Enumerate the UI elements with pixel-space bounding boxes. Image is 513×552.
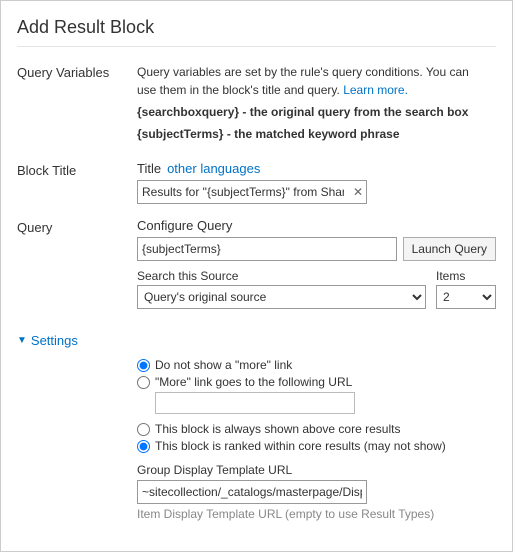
- settings-header[interactable]: ▼ Settings: [17, 333, 496, 348]
- item-display-label: Item Display Template URL (empty to use …: [137, 507, 496, 521]
- query-content: Configure Query Launch Query Search this…: [137, 218, 496, 319]
- settings-label: Settings: [31, 333, 78, 348]
- query-variables-info1: Query variables are set by the rule's qu…: [137, 63, 496, 99]
- radio-ranked-row: This block is ranked within core results…: [137, 439, 496, 453]
- title-clear-button[interactable]: ✕: [353, 186, 363, 198]
- radio-above-core-row: This block is always shown above core re…: [137, 422, 496, 436]
- query-variables-info3: {searchboxquery} - the original query fr…: [137, 103, 496, 121]
- source-items-row: Search this Source Query's original sour…: [137, 269, 496, 309]
- query-input-row: Launch Query: [137, 237, 496, 261]
- block-title-content: Title other languages ✕: [137, 161, 496, 204]
- radio-above-core[interactable]: [137, 423, 150, 436]
- radio-above-core-label: This block is always shown above core re…: [155, 422, 400, 436]
- query-variables-content: Query variables are set by the rule's qu…: [137, 63, 496, 147]
- settings-chevron-icon: ▼: [17, 335, 27, 346]
- radio-ranked-label: This block is ranked within core results…: [155, 439, 446, 453]
- page-title: Add Result Block: [17, 17, 496, 47]
- query-input[interactable]: [137, 237, 397, 261]
- items-column: Items 2: [436, 269, 496, 309]
- settings-section: ▼ Settings Do not show a "more" link "Mo…: [17, 333, 496, 521]
- learn-more-link[interactable]: Learn more.: [343, 83, 408, 97]
- title-row: Title other languages: [137, 161, 496, 176]
- more-link-radio-group: Do not show a "more" link "More" link go…: [137, 358, 496, 414]
- query-section: Query Configure Query Launch Query Searc…: [17, 218, 496, 319]
- items-select[interactable]: 2: [436, 285, 496, 309]
- radio-no-more-label: Do not show a "more" link: [155, 358, 292, 372]
- add-result-block-panel: Add Result Block Query Variables Query v…: [0, 0, 513, 552]
- title-input-wrap: ✕: [137, 180, 367, 204]
- title-label: Title: [137, 161, 161, 176]
- block-title-label: Block Title: [17, 161, 137, 204]
- search-source-label: Search this Source: [137, 269, 426, 283]
- radio-more-url[interactable]: [137, 376, 150, 389]
- items-label: Items: [436, 269, 496, 283]
- query-variables-label: Query Variables: [17, 63, 137, 147]
- group-display-input[interactable]: [137, 480, 367, 504]
- more-link-url-input[interactable]: [155, 392, 355, 414]
- radio-no-more-row: Do not show a "more" link: [137, 358, 496, 372]
- group-display-label: Group Display Template URL: [137, 463, 496, 477]
- source-column: Search this Source Query's original sour…: [137, 269, 426, 309]
- configure-query-label: Configure Query: [137, 218, 496, 233]
- radio-more-url-label: "More" link goes to the following URL: [155, 375, 352, 389]
- other-languages-link[interactable]: other languages: [167, 161, 260, 176]
- query-variables-info4: {subjectTerms} - the matched keyword phr…: [137, 125, 496, 143]
- radio-more-url-row: "More" link goes to the following URL: [137, 375, 496, 389]
- source-select[interactable]: Query's original source: [137, 285, 426, 309]
- query-label: Query: [17, 218, 137, 319]
- launch-query-button[interactable]: Launch Query: [403, 237, 496, 261]
- core-results-radio-group: This block is always shown above core re…: [137, 422, 496, 453]
- query-variables-section: Query Variables Query variables are set …: [17, 63, 496, 147]
- group-display-section: Group Display Template URL Item Display …: [137, 463, 496, 521]
- block-title-section: Block Title Title other languages ✕: [17, 161, 496, 204]
- settings-content: Do not show a "more" link "More" link go…: [17, 358, 496, 521]
- radio-no-more[interactable]: [137, 359, 150, 372]
- title-input[interactable]: [137, 180, 367, 204]
- radio-ranked[interactable]: [137, 440, 150, 453]
